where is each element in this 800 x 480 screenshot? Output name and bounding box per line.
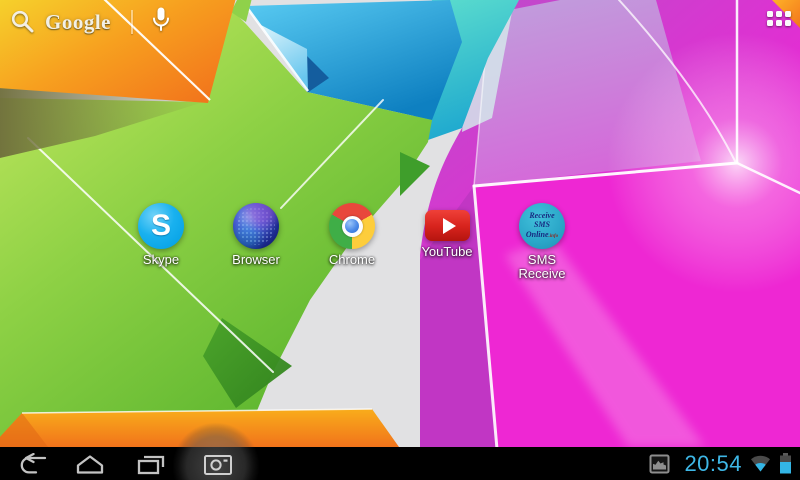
all-apps-button[interactable] bbox=[767, 11, 791, 26]
recents-icon bbox=[137, 455, 165, 474]
app-shortcut-youtube[interactable]: YouTube bbox=[409, 203, 485, 259]
screenshot-notification-icon bbox=[649, 454, 670, 473]
app-shortcut-chrome[interactable]: Chrome bbox=[314, 203, 390, 267]
youtube-icon bbox=[424, 210, 470, 241]
app-shortcut-sms-receive[interactable]: Receive SMS Online.info SMS Receive bbox=[504, 203, 580, 281]
chrome-icon bbox=[329, 203, 375, 249]
home-icon bbox=[76, 454, 104, 474]
app-label: SMS Receive bbox=[518, 252, 566, 281]
battery-icon bbox=[780, 453, 791, 474]
camera-icon bbox=[204, 454, 232, 475]
google-logo: Google bbox=[45, 9, 111, 34]
recent-apps-button[interactable] bbox=[130, 447, 172, 480]
back-button[interactable] bbox=[12, 447, 52, 480]
sms-badge-line: SMS bbox=[533, 220, 550, 230]
sms-badge-line: Receive bbox=[529, 210, 555, 220]
sms-badge-line: Online.info bbox=[525, 229, 559, 239]
chrome-ring bbox=[341, 215, 363, 237]
grid-dot bbox=[776, 20, 782, 26]
home-button[interactable] bbox=[70, 447, 110, 480]
clock: 20:54 bbox=[684, 451, 742, 476]
skype-icon: S bbox=[138, 203, 184, 249]
play-triangle-icon bbox=[442, 217, 456, 234]
grid-dot bbox=[776, 11, 782, 17]
grid-dot bbox=[785, 20, 791, 26]
widget-divider bbox=[131, 10, 133, 34]
android-home-screen: Google S Skype Browser Chrome YouTube Re… bbox=[0, 0, 800, 480]
app-shortcut-skype[interactable]: S Skype bbox=[123, 203, 199, 267]
app-label: Skype bbox=[142, 252, 180, 267]
wifi-icon bbox=[751, 455, 770, 472]
app-label: Browser bbox=[232, 252, 280, 267]
camera-button[interactable] bbox=[196, 447, 240, 480]
status-bar-cluster[interactable]: 20:54 bbox=[649, 447, 792, 480]
microphone-icon bbox=[153, 7, 169, 31]
navigation-bar: 20:54 bbox=[0, 420, 800, 480]
google-search-button[interactable]: Google bbox=[10, 9, 111, 35]
wallpaper-shapes bbox=[0, 0, 800, 447]
app-shortcut-browser[interactable]: Browser bbox=[218, 203, 294, 267]
google-search-widget: Google bbox=[10, 5, 173, 39]
grid-dot bbox=[785, 11, 791, 17]
sms-receive-icon: Receive SMS Online.info bbox=[519, 203, 565, 249]
back-icon bbox=[20, 452, 47, 474]
app-label: Chrome bbox=[328, 252, 376, 267]
chrome-lens bbox=[345, 219, 359, 233]
grid-dot bbox=[767, 11, 773, 17]
skype-glyph: S bbox=[150, 209, 171, 242]
voice-search-button[interactable] bbox=[149, 6, 173, 39]
wallpaper-abstract-shapes bbox=[0, 0, 800, 447]
app-label: YouTube bbox=[421, 244, 473, 259]
search-icon bbox=[11, 10, 34, 33]
browser-globe-icon bbox=[233, 203, 279, 249]
grid-dot bbox=[767, 20, 773, 26]
